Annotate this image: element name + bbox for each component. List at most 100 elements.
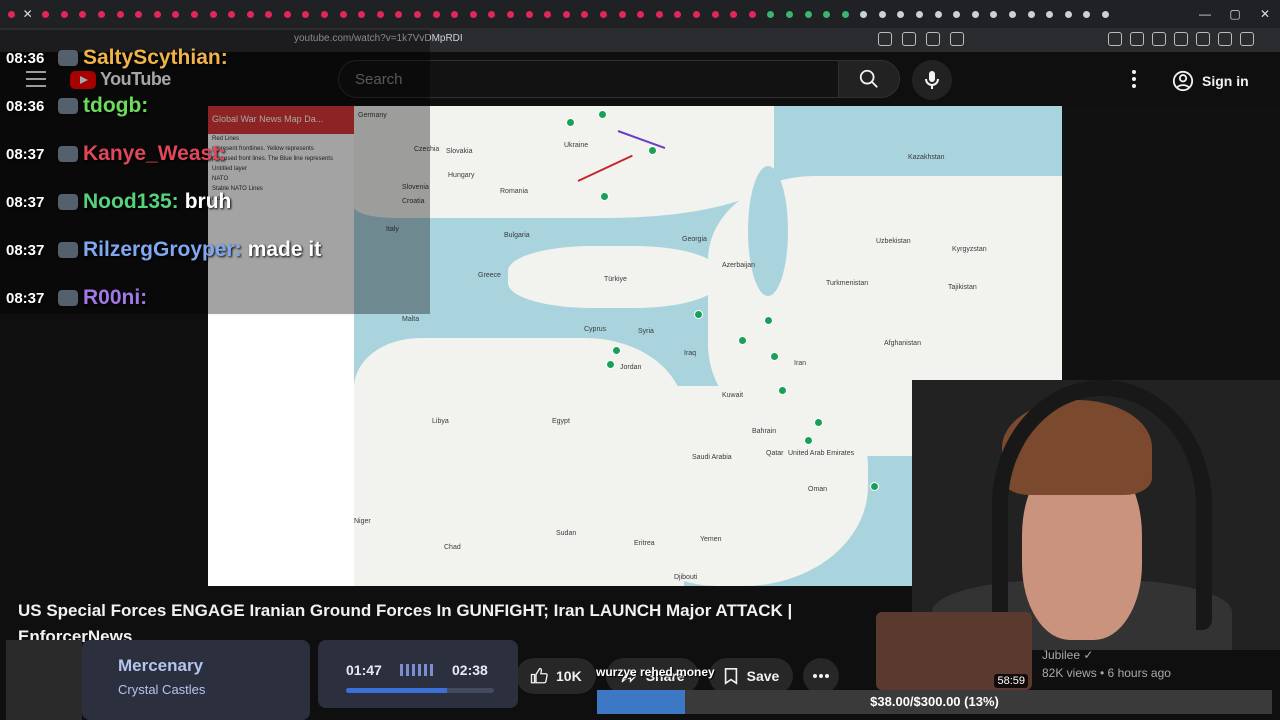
sign-in-button[interactable]: Sign in — [1162, 64, 1259, 98]
search-button[interactable] — [838, 60, 900, 98]
voice-search-button[interactable] — [912, 60, 952, 100]
tab-favicon[interactable] — [950, 7, 964, 21]
tab-favicon[interactable] — [857, 7, 871, 21]
tab-favicon[interactable] — [485, 7, 499, 21]
extension-icon[interactable] — [1130, 32, 1144, 46]
tab-favicon[interactable] — [113, 7, 127, 21]
tab-favicon[interactable] — [466, 7, 480, 21]
tab-favicon[interactable] — [987, 7, 1001, 21]
tab-favicon[interactable] — [1024, 7, 1038, 21]
tab-favicon[interactable] — [57, 7, 71, 21]
tab-favicon[interactable] — [187, 7, 201, 21]
map-marker[interactable] — [764, 316, 773, 325]
tab-favicon[interactable] — [745, 7, 759, 21]
chat-timestamp: 08:37 — [6, 289, 45, 307]
cast-icon[interactable] — [878, 32, 892, 46]
map-marker[interactable] — [612, 346, 621, 355]
tab-favicon[interactable] — [355, 7, 369, 21]
map-marker[interactable] — [606, 360, 615, 369]
map-marker[interactable] — [804, 436, 813, 445]
tab-favicon[interactable] — [411, 7, 425, 21]
tab-favicon[interactable] — [894, 7, 908, 21]
tab-favicon[interactable] — [132, 7, 146, 21]
tab-favicon[interactable] — [1099, 7, 1113, 21]
tab-favicon[interactable] — [1080, 7, 1094, 21]
wallet-icon[interactable] — [1196, 32, 1210, 46]
tab-favicon[interactable] — [318, 7, 332, 21]
tab-favicon[interactable] — [764, 7, 778, 21]
tab-favicon[interactable] — [243, 7, 257, 21]
tab-favicon[interactable] — [225, 7, 239, 21]
tab-close-icon[interactable]: ✕ — [23, 7, 33, 21]
map-marker[interactable] — [694, 310, 703, 319]
tab-favicon[interactable] — [94, 7, 108, 21]
save-button[interactable]: Save — [708, 658, 794, 694]
tab-favicon[interactable] — [968, 7, 982, 21]
tab-favicon[interactable] — [634, 7, 648, 21]
map-marker[interactable] — [598, 110, 607, 119]
tab-favicon[interactable] — [262, 7, 276, 21]
tab-favicon[interactable] — [689, 7, 703, 21]
tab-favicon[interactable] — [392, 7, 406, 21]
map-marker[interactable] — [600, 192, 609, 201]
tab-favicon[interactable] — [206, 7, 220, 21]
map-marker[interactable] — [566, 118, 575, 127]
recommended-channel[interactable]: Jubilee ✓ — [1042, 648, 1093, 662]
tab-favicon[interactable] — [299, 7, 313, 21]
tab-favicon[interactable] — [169, 7, 183, 21]
zoom-icon[interactable] — [902, 32, 916, 46]
chat-message: 08:37 Nood135: bruh — [6, 178, 426, 226]
tab-favicon[interactable] — [708, 7, 722, 21]
tab-favicon[interactable] — [820, 7, 834, 21]
tab-favicon[interactable] — [39, 7, 53, 21]
minimize-button[interactable]: — — [1190, 7, 1220, 21]
map-marker[interactable] — [870, 482, 879, 491]
recommended-thumbnail[interactable]: 58:59 — [876, 612, 1032, 690]
more-actions-button[interactable] — [803, 658, 840, 694]
map-marker[interactable] — [778, 386, 787, 395]
extension-icon[interactable] — [1108, 32, 1122, 46]
maximize-button[interactable]: ▢ — [1220, 7, 1250, 21]
tab-favicon[interactable] — [336, 7, 350, 21]
menu-icon[interactable] — [1240, 32, 1254, 46]
sidebar-icon[interactable] — [1174, 32, 1188, 46]
tab-favicon[interactable] — [504, 7, 518, 21]
close-window-button[interactable]: ✕ — [1250, 7, 1280, 21]
tab-favicon[interactable] — [1043, 7, 1057, 21]
share-page-icon[interactable] — [926, 32, 940, 46]
tab-favicon[interactable] — [615, 7, 629, 21]
tab-favicon[interactable] — [522, 7, 536, 21]
map-marker[interactable] — [738, 336, 747, 345]
like-button[interactable]: 10K — [516, 658, 596, 694]
tab-favicon[interactable] — [4, 7, 18, 21]
tab-favicon[interactable] — [1006, 7, 1020, 21]
tab-favicon[interactable] — [541, 7, 555, 21]
map-marker[interactable] — [814, 418, 823, 427]
tab-favicon[interactable] — [429, 7, 443, 21]
tab-favicon[interactable] — [448, 7, 462, 21]
vpn-icon[interactable] — [1218, 32, 1232, 46]
tab-favicon[interactable] — [913, 7, 927, 21]
tab-favicon[interactable] — [931, 7, 945, 21]
map-marker[interactable] — [648, 146, 657, 155]
tab-favicon[interactable] — [727, 7, 741, 21]
media-icon[interactable] — [1152, 32, 1166, 46]
tab-favicon[interactable] — [671, 7, 685, 21]
map-country-label: Tajikistan — [948, 284, 977, 291]
tab-favicon[interactable] — [373, 7, 387, 21]
tab-favicon[interactable] — [578, 7, 592, 21]
tab-favicon[interactable] — [838, 7, 852, 21]
settings-kebab-icon[interactable] — [1128, 70, 1140, 91]
tab-favicon[interactable] — [596, 7, 610, 21]
tab-favicon[interactable] — [875, 7, 889, 21]
tab-favicon[interactable] — [801, 7, 815, 21]
tab-favicon[interactable] — [150, 7, 164, 21]
tab-favicon[interactable] — [76, 7, 90, 21]
tab-favicon[interactable] — [280, 7, 294, 21]
brave-shield-icon[interactable] — [950, 32, 964, 46]
tab-favicon[interactable] — [1061, 7, 1075, 21]
tab-favicon[interactable] — [559, 7, 573, 21]
map-marker[interactable] — [770, 352, 779, 361]
tab-favicon[interactable] — [652, 7, 666, 21]
tab-favicon[interactable] — [782, 7, 796, 21]
